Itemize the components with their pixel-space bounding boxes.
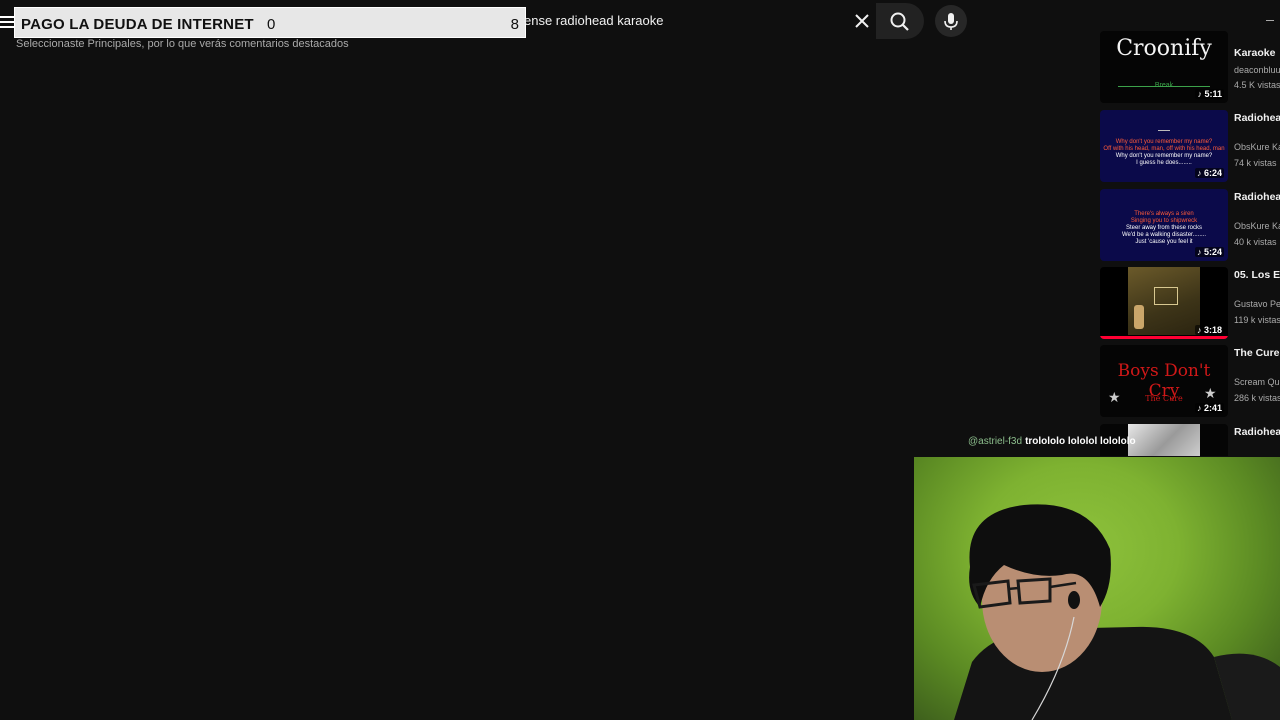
overflow-indicator (1266, 20, 1274, 21)
video-title[interactable]: Radiohead (Instrume (1234, 425, 1280, 440)
channel-name[interactable]: Scream Qu (1234, 377, 1280, 387)
video-duration: ♪ 6:24 (1194, 168, 1224, 178)
view-count: 40 k vistas (1234, 237, 1277, 247)
thumbnail-subtitle: Break (1154, 82, 1174, 89)
comments-sort-note: Seleccionaste Principales, por lo que ve… (16, 38, 349, 50)
star-icon: ★ (1108, 389, 1121, 405)
video-thumbnail[interactable]: There's always a siren Singing you to sh… (1100, 189, 1228, 261)
video-thumbnail[interactable]: Boys Don't Cry The Cure ★ ★ ♪ 2:41 (1100, 345, 1228, 417)
channel-name[interactable]: ObsKure Ka (1234, 221, 1280, 231)
goal-label: PAGO LA DEUDA DE INTERNET (21, 16, 254, 33)
video-duration: ♪ 3:18 (1194, 325, 1224, 335)
lyric-line: I guess he does........ (1136, 160, 1192, 166)
video-title[interactable]: Radiohead Karaoke I (1234, 190, 1280, 205)
music-note-icon: ♪ (1197, 89, 1205, 99)
clear-search-button[interactable] (850, 9, 874, 33)
channel-name[interactable]: deaconbluu (1234, 65, 1280, 75)
video-title[interactable]: Karaoke (1234, 46, 1280, 61)
mic-icon (944, 13, 958, 30)
search-button[interactable] (876, 3, 924, 39)
video-thumbnail[interactable]: Why don't you remember my name? Off with… (1100, 110, 1228, 182)
voice-search-button[interactable] (935, 5, 967, 37)
cover-frame (1154, 287, 1178, 305)
channel-name[interactable]: ObsKure Ka (1234, 142, 1280, 152)
recommendation-item[interactable]: There's always a siren Singing you to sh… (1100, 189, 1280, 263)
video-duration: ♪ 5:24 (1194, 247, 1224, 257)
chat-username: @astriel-f3d (968, 436, 1023, 447)
watch-progress-bar (1100, 336, 1228, 339)
search-input[interactable]: ense radiohead karaoke (524, 13, 664, 28)
video-duration: ♪ 5:11 (1195, 89, 1224, 99)
thumbnail-title: Croonify (1116, 36, 1212, 61)
menu-icon[interactable] (0, 14, 14, 28)
music-note-icon: ♪ (1196, 325, 1204, 335)
cover-figure (1134, 305, 1144, 329)
lyric-line: Off with his head, man, off with his hea… (1103, 146, 1225, 152)
search-icon (890, 12, 909, 31)
video-thumbnail[interactable]: ♪ 3:18 (1100, 267, 1228, 339)
recommendation-item[interactable]: ♪ 3:18 05. Los E 1980/84 - Gustavo Pe 11… (1100, 267, 1280, 341)
recommendation-item[interactable]: Croonify Break ♪ 5:11 Karaoke deaconbluu… (1100, 31, 1280, 107)
music-note-icon: ♪ (1196, 403, 1204, 413)
view-count: 119 k vistas (1234, 315, 1280, 325)
thumbnail-rule (1158, 130, 1170, 131)
lyric-line: Just 'cause you feel it (1135, 239, 1193, 245)
video-title[interactable]: 05. Los E 1980/84 - (1234, 268, 1280, 283)
album-cover-image (1128, 424, 1200, 456)
chat-text: trolololo lololol lolololo (1025, 436, 1136, 447)
star-icon: ★ (1204, 385, 1217, 401)
recommendation-item[interactable]: Why don't you remember my name? Off with… (1100, 110, 1280, 184)
chat-message: @astriel-f3d trolololo lololol lolololo (968, 436, 1136, 447)
view-count: 286 k vistas (1234, 393, 1280, 403)
streamer-silhouette (954, 504, 1280, 720)
goal-bar: PAGO LA DEUDA DE INTERNET 0 8 (14, 7, 526, 38)
view-count: 74 k vistas (1234, 158, 1277, 168)
view-count: 4.5 K vistas (1234, 80, 1280, 90)
recommendation-item[interactable]: Boys Don't Cry The Cure ★ ★ ♪ 2:41 The C… (1100, 345, 1280, 419)
music-note-icon: ♪ (1196, 168, 1204, 178)
music-note-icon: ♪ (1196, 247, 1204, 257)
close-icon (855, 14, 869, 28)
lyric-line: We'd be a walking disaster........ (1121, 232, 1207, 238)
video-duration: ♪ 2:41 (1194, 403, 1224, 413)
lyric-line: Singing you to shipwreck (1130, 218, 1198, 224)
webcam-feed (914, 457, 1280, 720)
album-cover-image (1128, 267, 1200, 335)
lyric-line: Why don't you remember my name? (1115, 139, 1213, 145)
goal-current-value: 0 (267, 16, 276, 33)
channel-name[interactable]: Gustavo Pe (1234, 299, 1280, 309)
video-thumbnail[interactable]: Croonify Break ♪ 5:11 (1100, 31, 1228, 103)
video-title[interactable]: The Cure Karaoke (1234, 346, 1280, 361)
lyric-line: Why don't you remember my name? (1115, 153, 1213, 159)
goal-target-value: 8 (510, 16, 519, 33)
lyric-line: Steer away from these rocks (1125, 225, 1203, 231)
video-title[interactable]: Radiohead Karaoke I (1234, 111, 1280, 126)
lyric-line: There's always a siren (1134, 211, 1194, 217)
